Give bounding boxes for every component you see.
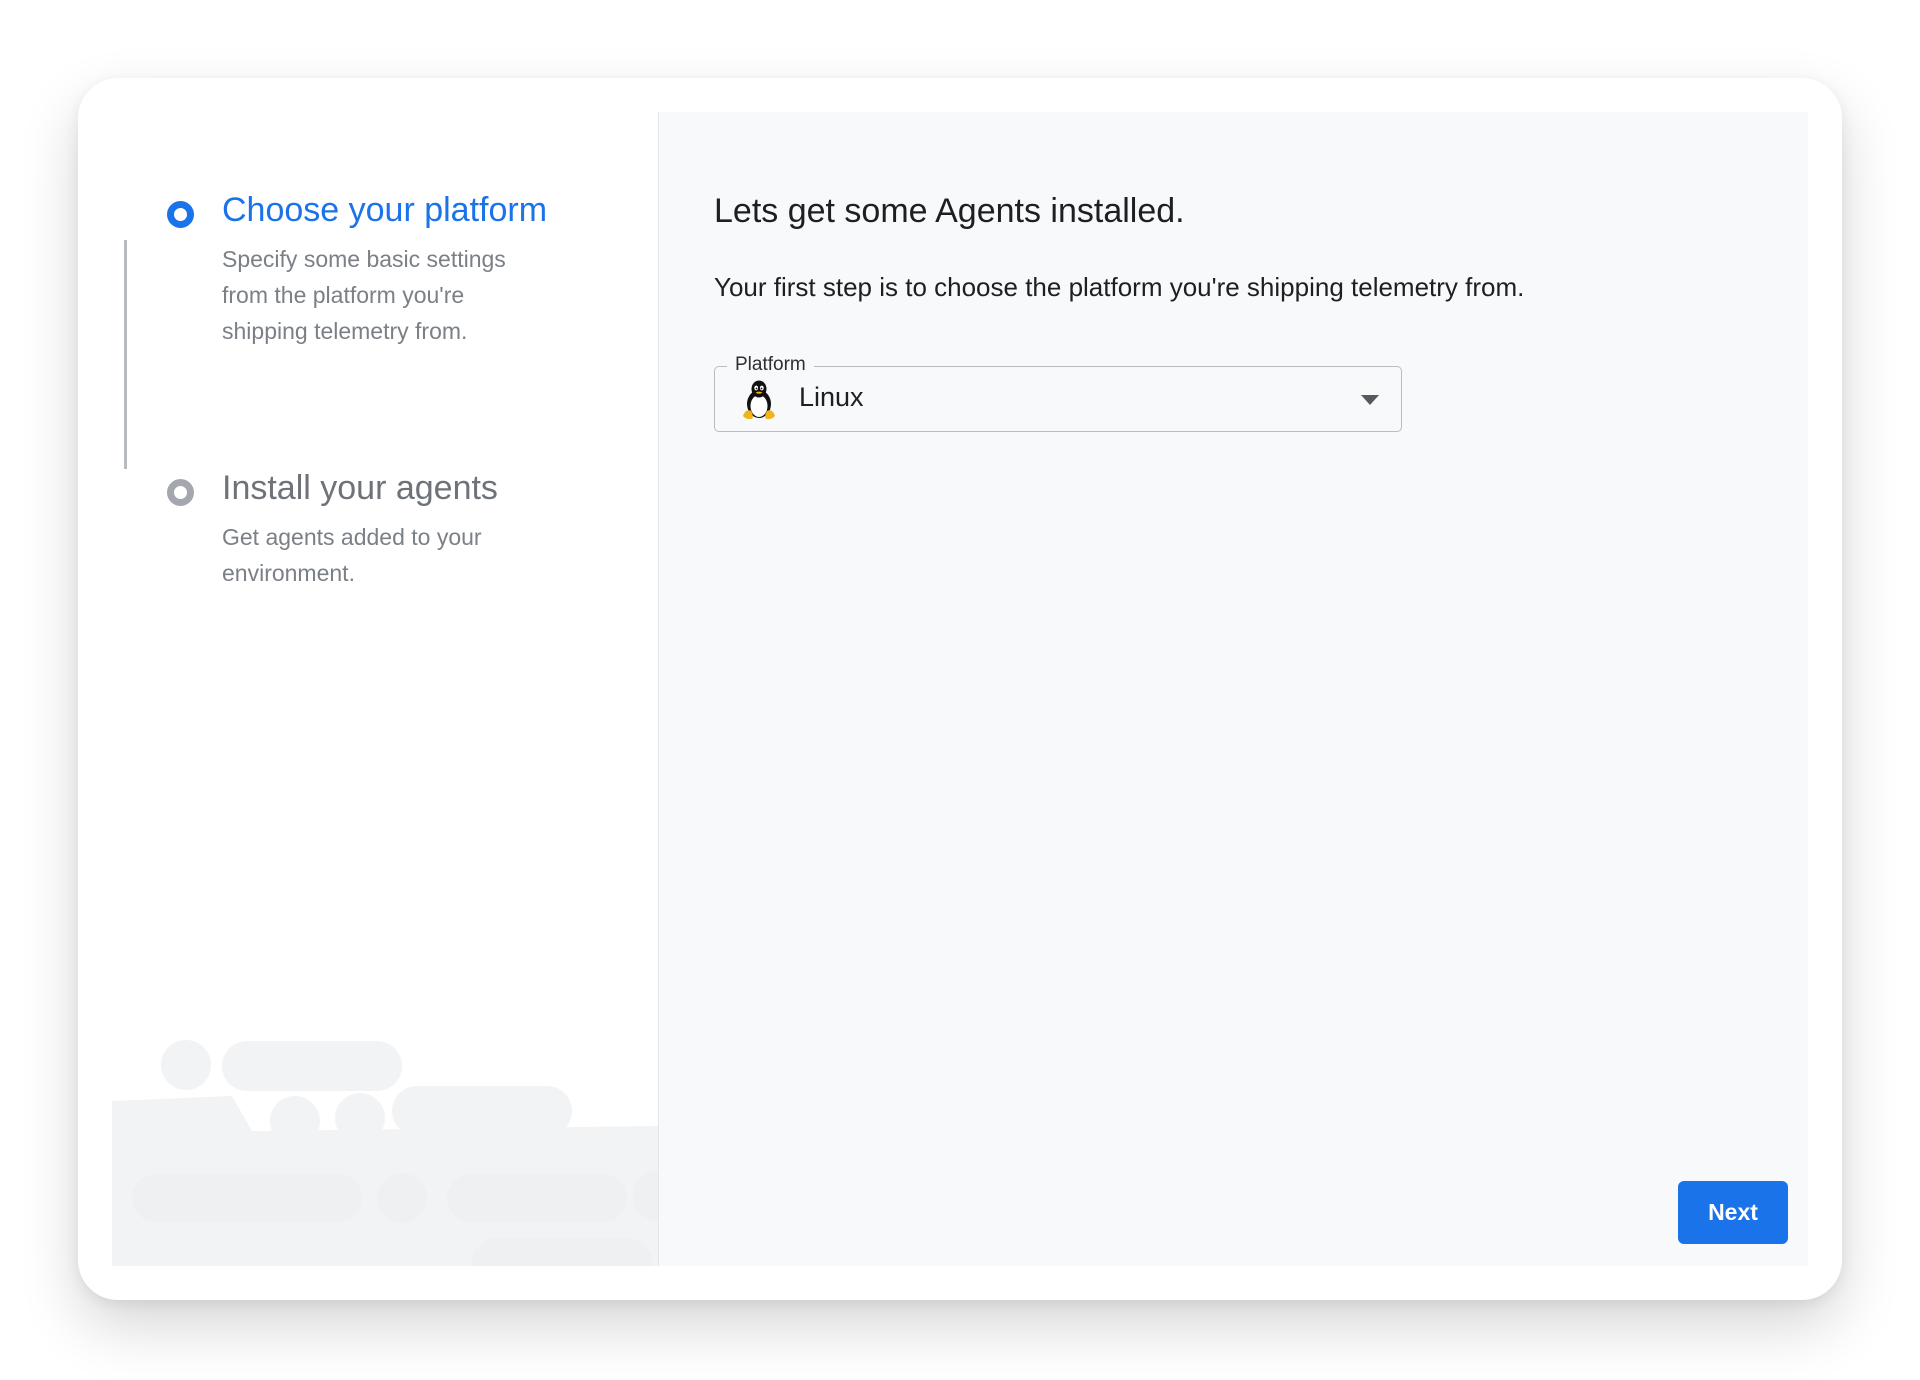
linux-tux-icon: [743, 380, 775, 420]
step-description: Get agents added to your environment.: [222, 524, 482, 586]
pending-step-indicator-icon: [167, 479, 194, 506]
caret-down-icon[interactable]: [1361, 395, 1379, 405]
wizard-content-panel: Lets get some Agents installed. Your fir…: [659, 112, 1808, 1266]
step-title: Install your agents: [222, 469, 498, 507]
decorative-background-shapes: [112, 1040, 658, 1266]
platform-select-value: Linux: [799, 382, 864, 412]
step-title: Choose your platform: [222, 191, 548, 229]
platform-select-label: Platform: [727, 353, 814, 377]
step-description: Specify some basic settings from the pla…: [222, 246, 506, 344]
wizard-body: Choose your platform Specify some basic …: [112, 112, 1808, 1266]
page-subtext: Your first step is to choose the platfor…: [714, 272, 1525, 302]
step-connector-line: [124, 240, 127, 469]
platform-select[interactable]: Platform Linux: [714, 353, 1402, 432]
active-step-indicator-icon: [167, 201, 194, 228]
setup-wizard-card: Choose your platform Specify some basic …: [78, 78, 1842, 1300]
next-button[interactable]: Next: [1678, 1181, 1788, 1244]
page-heading: Lets get some Agents installed.: [714, 192, 1185, 230]
wizard-stepper-panel: Choose your platform Specify some basic …: [112, 112, 659, 1266]
